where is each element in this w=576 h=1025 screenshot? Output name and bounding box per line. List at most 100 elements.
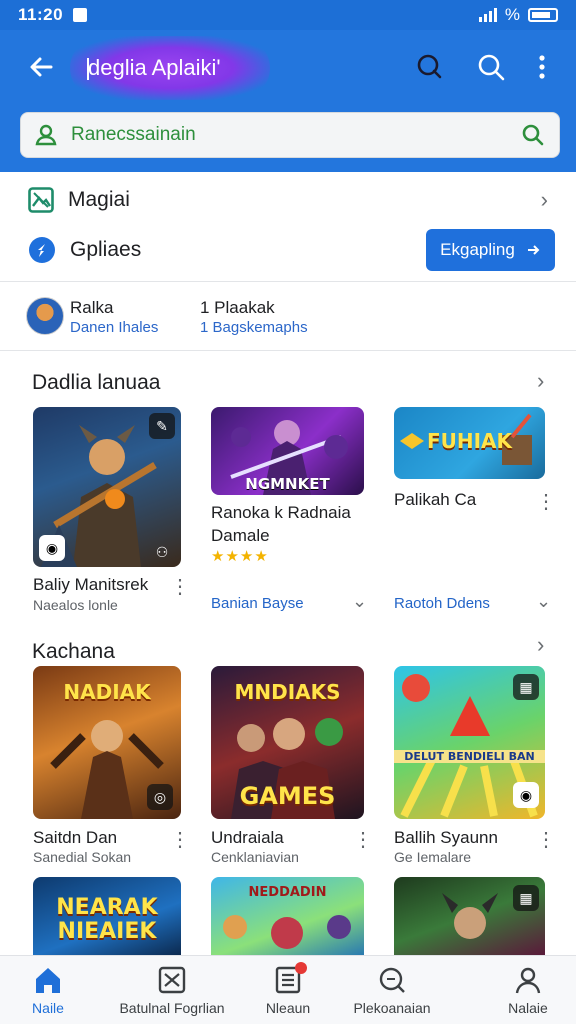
app-tile[interactable]: ▦ [394,877,545,955]
search-bar[interactable] [20,112,560,158]
divider [0,281,576,282]
menu-item-label: Gpliaes [70,238,142,261]
menu-row-1[interactable]: Magiai › [0,180,576,220]
app-name[interactable]: Palikah Ca [394,490,476,510]
account-count: 1 Plaakak [200,298,275,317]
image-gallery-icon [28,187,54,213]
discover-icon [377,966,407,994]
app-badge-icon: ◉ [39,535,65,561]
page-title[interactable]: deglia Aplaiki' [88,55,221,81]
account-row[interactable]: Ralka Danen Ihales 1 Plaakak 1 Bagskemap… [26,297,566,341]
search-input[interactable] [71,124,521,146]
profile-icon [513,966,543,994]
status-time: 11:20 [18,5,64,24]
account-icon [35,124,57,146]
more-options-icon[interactable]: ⋮ [170,830,190,850]
app-tile[interactable]: NADIAK ◎ [33,666,181,819]
app-tile[interactable]: MNDIAKS GAMES [211,666,364,819]
nav-label: Nalaie [508,999,548,1016]
game-art-title: NEARAK [56,895,158,920]
game-art-subtitle: NIEAIEK [57,919,157,944]
nav-item-games[interactable]: Batulnal Fogrlian [110,956,234,1025]
back-arrow-icon[interactable] [26,52,56,82]
nav-label: Nleaun [265,999,311,1016]
game-art-title: FUHIAK [426,429,513,453]
nav-label: Batulnal Fogrlian [119,999,225,1016]
app-tile[interactable]: NEARAK NIEAIEK [33,877,181,955]
app-name-line2[interactable]: Damale [211,526,270,546]
nav-item-news[interactable]: Nleaun [258,956,318,1025]
app-subtitle: Ge Iemalare [394,849,472,865]
more-options-icon[interactable]: ⋮ [353,830,373,850]
account-name: Ralka [70,298,114,317]
status-icons: % [478,5,558,25]
app-tile[interactable]: ◉ ✎ ⚇ [33,407,181,567]
app-bar: deglia Aplaiki' [0,30,576,172]
nav-item-home[interactable]: Naile [18,956,78,1025]
status-bar: 11:20 % [0,0,576,30]
game-art-subtitle: GAMES [239,782,336,810]
share-icon: ⚇ [155,543,169,560]
nav-item-discover[interactable]: Plekoanaian [350,956,434,1025]
nav-label: Naile [32,999,64,1016]
overflow-menu-icon[interactable] [528,52,558,82]
game-art-title: NADIAK [63,680,151,704]
avatar[interactable] [26,297,64,335]
more-options-icon[interactable]: ⋮ [536,830,556,850]
search-submit-icon[interactable] [521,123,545,147]
arrow-right-icon [527,245,540,255]
chevron-right-icon[interactable]: › [537,632,544,658]
edit-icon: ✎ [149,413,175,439]
chevron-right-icon: › [540,187,548,212]
explore-button[interactable]: Ekgapling [426,229,555,271]
app-name[interactable]: Saitdn Dan [33,828,117,848]
app-subtitle: Cenklaniavian [211,849,299,865]
app-subtitle: Naealos lonle [33,597,118,613]
chat-search-icon[interactable] [414,52,444,82]
rating-stars: ★★★★ [211,548,269,565]
battery-percent: % [504,5,520,24]
app-tile[interactable]: FUHIAK [394,407,545,479]
more-options-icon[interactable]: ⋮ [536,492,556,512]
app-link[interactable]: Raotoh Ddens [394,595,490,612]
home-icon [33,966,63,994]
chevron-down-icon[interactable]: ⌄ [536,591,551,612]
notification-badge [295,961,307,974]
game-art-title: MNDIAKS [234,680,341,704]
bottom-navigation: Naile Batulnal Fogrlian Nleaun Plekoanai… [0,955,576,1024]
menu-item-label: Magiai [68,188,130,211]
app-subtitle: Sanedial Sokan [33,849,132,865]
app-name[interactable]: Baliy Manitsrek [33,575,148,595]
app-name[interactable]: Undraiala [211,828,284,848]
notification-icon [73,8,88,22]
games-icon [157,966,187,994]
share-icon: ◉ [513,782,539,808]
chevron-right-icon[interactable]: › [537,368,544,394]
app-badge-icon: ▦ [513,885,539,911]
news-icon [273,961,307,994]
game-art-title: DELUT BENDIELI BAN [394,750,545,763]
section-title: Dadlia lanuaa [32,371,161,394]
chevron-down-icon[interactable]: ⌄ [352,591,367,612]
more-options-icon[interactable]: ⋮ [170,577,190,597]
app-name[interactable]: Ranoka k Radnaia [211,503,351,523]
explore-button-label: Ekgapling [440,240,515,259]
game-art-title: NEDDADIN [248,885,327,900]
account-count-sub[interactable]: 1 Bagskemaphs [200,319,308,336]
app-tile[interactable]: NEDDADIN [211,877,364,955]
game-art-title: NGMNKET [245,475,330,493]
search-icon[interactable] [476,52,506,82]
app-badge-icon: ◎ [147,784,173,810]
app-tile[interactable]: NGMNKET [211,407,364,495]
app-badge-icon: ▦ [513,674,539,700]
app-name[interactable]: Ballih Syaunn [394,828,498,848]
section-title: Kachana [32,640,115,663]
app-tile[interactable]: DELUT BENDIELI BAN ▦ ◉ [394,666,545,819]
compass-icon [29,237,55,263]
app-link[interactable]: Banian Bayse [211,595,304,612]
account-subtitle[interactable]: Danen Ihales [70,319,158,336]
battery-icon [528,8,558,22]
nav-item-profile[interactable]: Nalaie [498,956,558,1025]
divider [0,350,576,351]
nav-label: Plekoanaian [353,999,431,1016]
